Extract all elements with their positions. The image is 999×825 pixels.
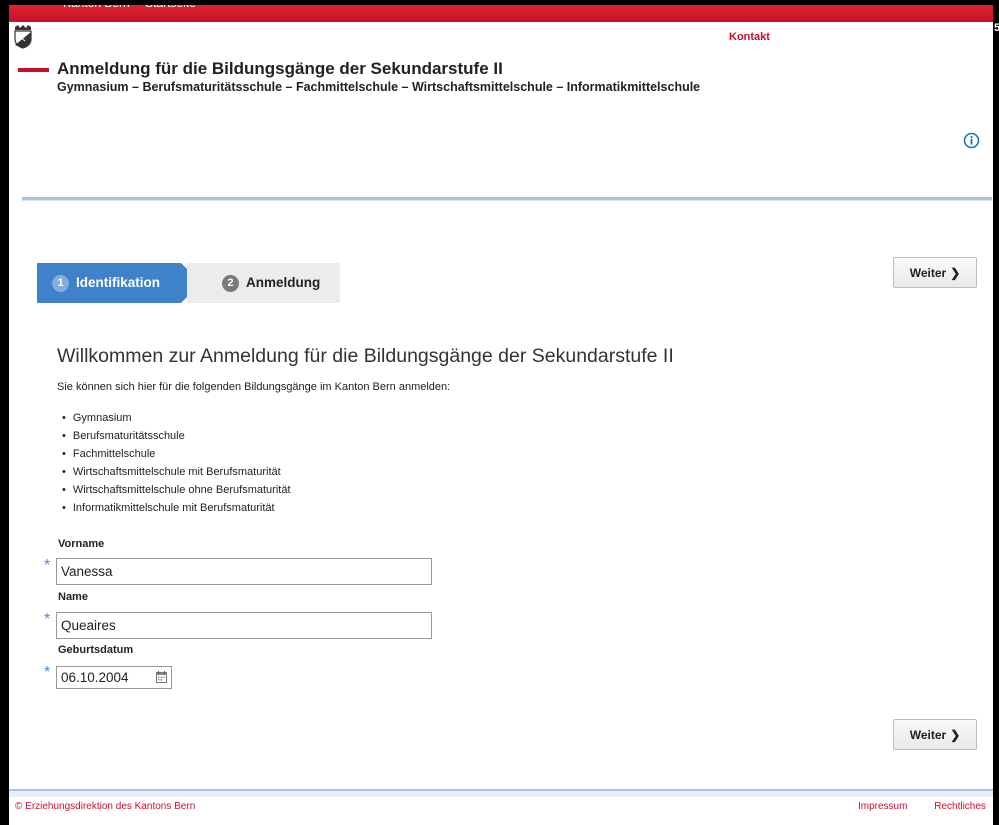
intro-text: Sie können sich hier für die folgenden B… <box>57 381 451 393</box>
bern-crest-logo <box>14 25 32 49</box>
list-item: Gymnasium <box>62 410 291 428</box>
required-marker: * <box>44 664 51 681</box>
chevron-right-icon: ❯ <box>950 265 961 280</box>
info-icon[interactable] <box>963 132 980 149</box>
next-button-label: Weiter <box>909 265 947 280</box>
clock-icon <box>964 22 975 33</box>
welcome-heading: Willkommen zur Anmeldung für die Bildung… <box>57 345 674 367</box>
session-timer: 59:57 <box>964 22 999 34</box>
next-button-label: Weiter <box>909 727 947 742</box>
required-marker: * <box>44 611 51 628</box>
header-divider <box>22 197 992 201</box>
step-label: Identifikation <box>76 275 160 290</box>
list-item: Wirtschaftsmittelschule ohne Berufsmatur… <box>62 482 291 500</box>
program-list: Gymnasium Berufsmaturitätsschule Fachmit… <box>62 410 291 518</box>
step-identifikation[interactable]: 1 Identifikation <box>37 263 201 303</box>
list-item: Berufsmaturitätsschule <box>62 428 291 446</box>
contact-link[interactable]: Kontakt <box>729 31 770 43</box>
vorname-label: Vorname <box>58 538 105 550</box>
vorname-field[interactable] <box>56 558 432 585</box>
list-item: Fachmittelschule <box>62 446 291 464</box>
step-label: Anmeldung <box>246 275 321 290</box>
footer-link-rechtliches[interactable]: Rechtliches <box>934 801 986 812</box>
list-item: Informatikmittelschule mit Berufsmaturit… <box>62 500 291 518</box>
calendar-icon[interactable] <box>156 671 167 683</box>
chevron-right-icon: ❯ <box>950 727 961 742</box>
next-button-top[interactable]: Weiter ❯ <box>893 257 977 288</box>
session-timer-value: 59:57 <box>978 22 999 34</box>
geburtsdatum-field[interactable] <box>57 667 153 688</box>
name-field[interactable] <box>56 612 432 639</box>
footer-link-impressum[interactable]: Impressum <box>858 801 907 812</box>
footer-copyright: © Erziehungsdirektion des Kantons Bern <box>15 801 196 812</box>
header-accent-bar <box>18 68 49 72</box>
geburtsdatum-picker <box>56 666 172 689</box>
footer-band <box>9 791 993 797</box>
page-subtitle: Gymnasium – Berufsmaturitätsschule – Fac… <box>57 80 701 94</box>
window-frame-right <box>993 0 999 825</box>
required-marker: * <box>44 557 51 574</box>
next-button-bottom[interactable]: Weiter ❯ <box>893 719 977 750</box>
page-title: Anmeldung für die Bildungsgänge der Seku… <box>57 59 503 78</box>
geburtsdatum-label: Geburtsdatum <box>58 644 134 656</box>
step-anmeldung[interactable]: 2 Anmeldung <box>187 263 340 303</box>
footer-links: Impressum Rechtliches <box>858 801 999 812</box>
window-frame-top <box>0 0 999 5</box>
window-frame-left <box>0 0 9 825</box>
list-item: Wirtschaftsmittelschule mit Berufsmaturi… <box>62 464 291 482</box>
step-number: 1 <box>52 275 69 292</box>
name-label: Name <box>58 591 88 603</box>
step-number: 2 <box>222 275 239 292</box>
